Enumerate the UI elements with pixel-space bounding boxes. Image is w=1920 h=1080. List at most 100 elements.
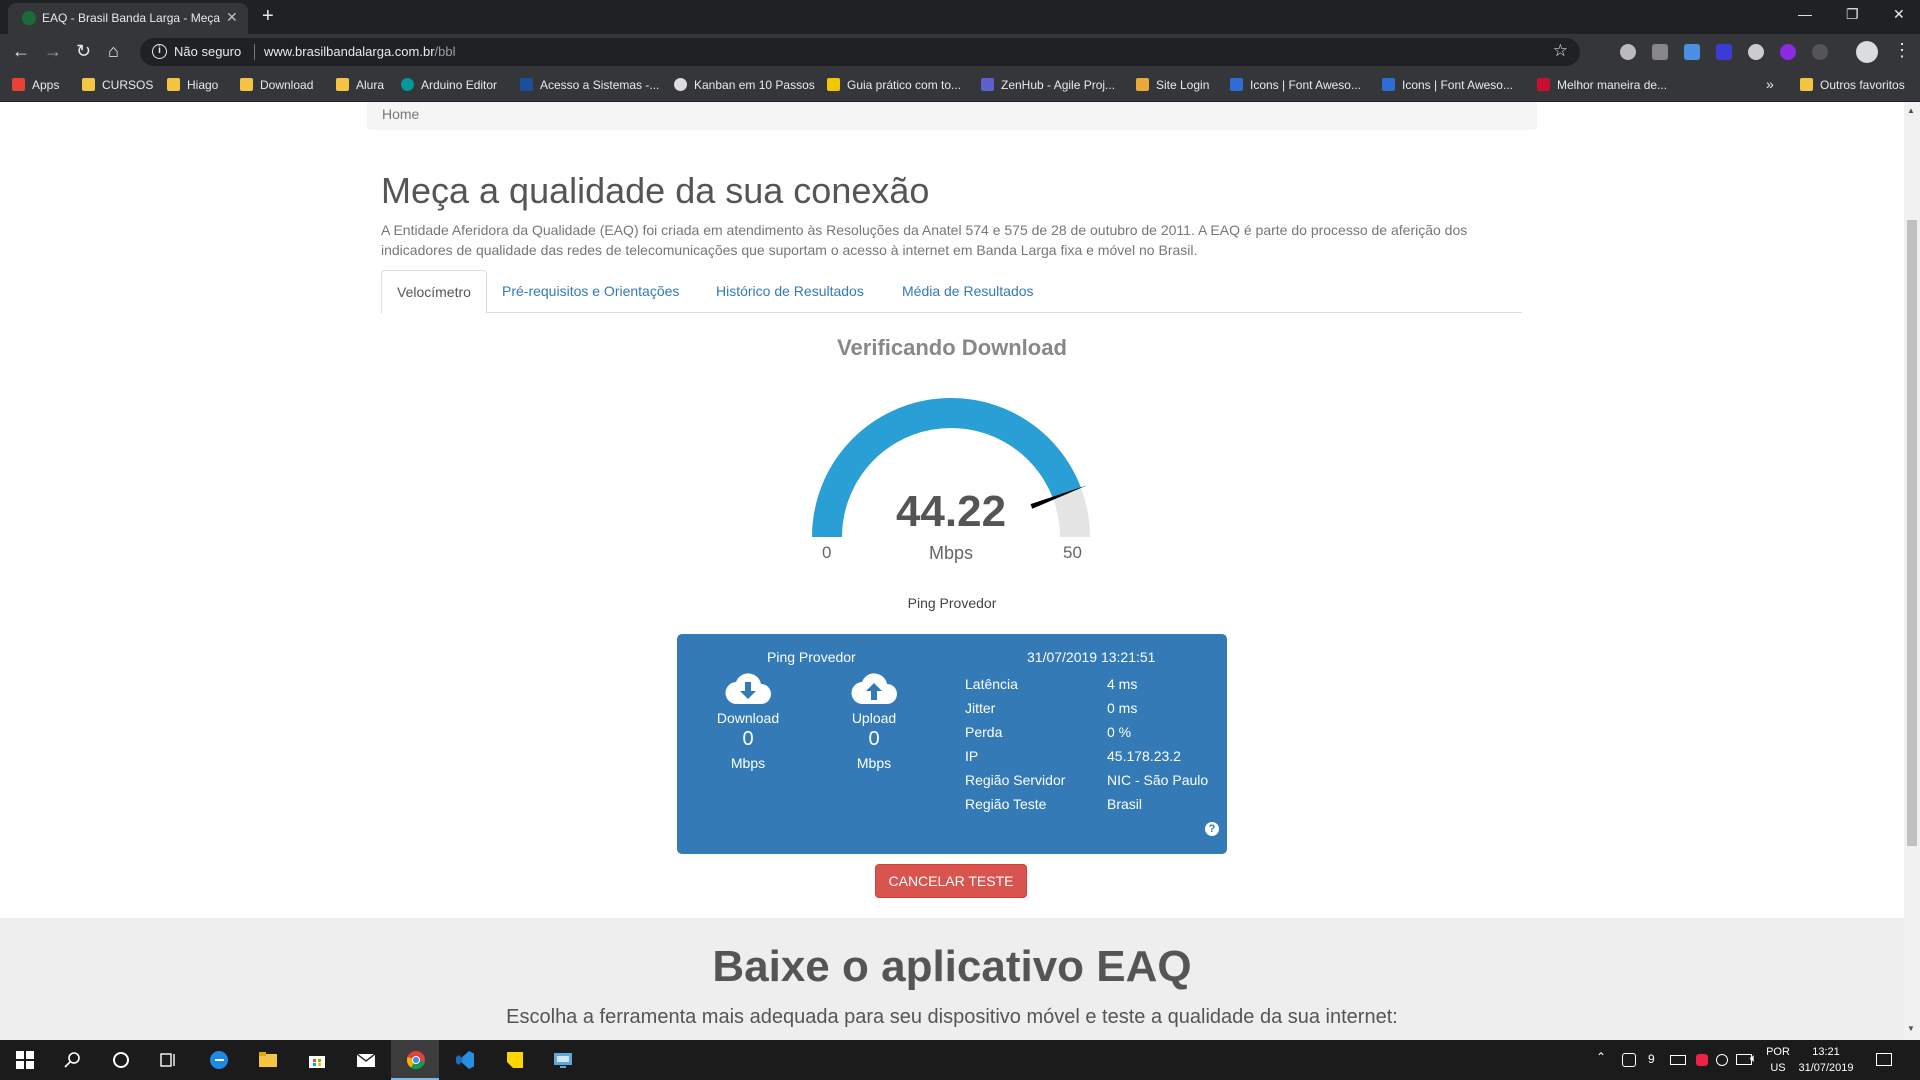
profile-avatar[interactable]	[1856, 41, 1878, 63]
chrome-taskbar-button[interactable]	[391, 1040, 439, 1080]
metric-value: NIC - São Paulo	[1107, 772, 1209, 788]
bookmark-arduino[interactable]: Arduino Editor	[401, 78, 497, 94]
extension-shield-icon[interactable]	[1652, 44, 1668, 60]
scrollbar-thumb[interactable]	[1907, 220, 1917, 846]
close-window-button[interactable]: ✕	[1893, 6, 1905, 23]
bookmark-apps[interactable]: Apps	[12, 78, 59, 94]
edge-taskbar-button[interactable]	[194, 1040, 242, 1080]
bookmark-star-icon[interactable]: ☆	[1553, 41, 1568, 61]
sticky-notes-taskbar-button[interactable]	[490, 1040, 538, 1080]
breadcrumb-home-link[interactable]: Home	[382, 106, 419, 122]
page-scrollbar[interactable]: ▲ ▼	[1904, 102, 1920, 1040]
start-button[interactable]	[0, 1040, 48, 1080]
bookmark-label: Site Login	[1156, 78, 1210, 92]
bookmark-font-awesome-2[interactable]: Icons | Font Aweso...	[1382, 78, 1513, 94]
flag-icon	[1382, 78, 1395, 91]
upload-value: 0	[868, 728, 880, 750]
tab-historico[interactable]: Histórico de Resultados	[701, 270, 879, 313]
store-taskbar-button[interactable]	[292, 1040, 340, 1080]
security-label[interactable]: Não seguro	[174, 44, 241, 59]
bookmark-acesso-sistemas[interactable]: Acesso a Sistemas -...	[520, 78, 659, 94]
download-result: Download 0 Mbps	[698, 672, 798, 771]
bookmark-other-favorites[interactable]: Outros favoritos	[1800, 78, 1905, 94]
url-text[interactable]: www.brasilbandalarga.com.br/bbl	[264, 44, 456, 59]
bookmark-site-login[interactable]: Site Login	[1136, 78, 1209, 94]
tray-sync-icon[interactable]	[1716, 1054, 1728, 1066]
browser-tab[interactable]: EAQ - Brasil Banda Larga - Meça ✕	[8, 3, 248, 34]
u-logo-icon	[520, 78, 533, 91]
folder-icon	[167, 78, 180, 91]
folder-icon	[259, 1052, 277, 1067]
tab-pre-requisitos[interactable]: Pré-requisitos e Orientações	[487, 270, 694, 313]
store-bag-icon	[309, 1056, 325, 1068]
extension-purple-icon[interactable]	[1780, 44, 1796, 60]
edge-icon	[210, 1051, 228, 1069]
mail-taskbar-button[interactable]	[341, 1040, 389, 1080]
metric-value: 0 ms	[1107, 700, 1138, 716]
tray-app-icon[interactable]	[1696, 1054, 1708, 1066]
back-button[interactable]: ←	[12, 41, 30, 62]
app-section-subtitle: Escolha a ferramenta mais adequada para …	[506, 1006, 1398, 1028]
vscode-taskbar-button[interactable]	[440, 1040, 488, 1080]
gauge-min-label: 0	[822, 543, 832, 562]
cloud-upload-icon	[851, 673, 897, 705]
battery-icon[interactable]	[1670, 1055, 1686, 1065]
scroll-down-arrow-icon[interactable]: ▼	[1907, 1024, 1915, 1033]
file-explorer-taskbar-button[interactable]	[243, 1040, 291, 1080]
bookmark-alura[interactable]: Alura	[336, 78, 384, 94]
box-icon	[1136, 78, 1149, 91]
metric-value: Brasil	[1107, 796, 1143, 812]
extension-info-icon[interactable]	[1716, 44, 1732, 60]
bookmark-hiago[interactable]: Hiago	[167, 78, 218, 94]
bookmark-guia-pratico[interactable]: Guia prático com to...	[827, 78, 961, 94]
bookmarks-overflow-button[interactable]: »	[1766, 76, 1774, 92]
address-bar[interactable]: i Não seguro www.brasilbandalarga.com.br…	[140, 38, 1580, 66]
bookmark-font-awesome-1[interactable]: Icons | Font Aweso...	[1230, 78, 1361, 94]
action-center-icon[interactable]	[1876, 1053, 1892, 1066]
extension-gear-icon[interactable]	[1620, 44, 1636, 60]
bookmark-label: Download	[260, 78, 314, 92]
bookmark-label: Guia prático com to...	[847, 78, 962, 92]
system-clock[interactable]: 13:21 31/07/2019	[1796, 1044, 1856, 1076]
bookmark-kanban[interactable]: Kanban em 10 Passos	[674, 78, 815, 94]
cancel-test-button[interactable]: CANCELAR TESTE	[875, 864, 1027, 898]
mail-envelope-icon	[356, 1053, 376, 1067]
search-button[interactable]	[48, 1040, 96, 1080]
bookmark-label: Arduino Editor	[421, 78, 498, 92]
remote-desktop-taskbar-button[interactable]	[538, 1040, 586, 1080]
bookmark-melhor-maneira[interactable]: Melhor maneira de...	[1537, 78, 1667, 94]
cortana-button[interactable]	[96, 1040, 144, 1080]
tray-security-icon[interactable]	[1622, 1053, 1636, 1067]
forward-button[interactable]: →	[44, 41, 62, 62]
reload-button[interactable]: ↻	[76, 41, 91, 62]
extension-dark-icon[interactable]	[1812, 44, 1828, 60]
browser-menu-icon[interactable]: ⋮	[1893, 40, 1911, 61]
help-icon[interactable]: ?	[1205, 822, 1219, 836]
upload-label: Upload	[851, 710, 897, 726]
restore-window-button[interactable]: ❐	[1846, 6, 1859, 23]
volume-icon[interactable]: 🔈︎	[1750, 1051, 1757, 1066]
sticky-note-icon	[507, 1052, 523, 1068]
tray-overflow-chevron-icon[interactable]: ⌃	[1596, 1050, 1606, 1064]
zenhub-icon	[981, 78, 994, 91]
bookmark-cursos[interactable]: CURSOS	[82, 78, 153, 94]
minimize-window-button[interactable]: —	[1798, 6, 1812, 22]
tab-media[interactable]: Média de Resultados	[887, 270, 1049, 313]
bookmark-download[interactable]: Download	[240, 78, 313, 94]
bookmark-label: Icons | Font Aweso...	[1402, 78, 1513, 92]
input-language-indicator[interactable]: POR US	[1766, 1044, 1790, 1076]
extension-blue-icon[interactable]	[1684, 44, 1700, 60]
scroll-up-arrow-icon[interactable]: ▲	[1907, 106, 1915, 115]
new-tab-button[interactable]: +	[262, 5, 274, 28]
close-tab-icon[interactable]: ✕	[226, 9, 238, 26]
info-icon[interactable]: i	[152, 44, 167, 59]
task-view-button[interactable]	[144, 1040, 192, 1080]
intro-paragraph: A Entidade Aferidora da Qualidade (EAQ) …	[381, 222, 1468, 258]
tray-badge[interactable]: 9	[1648, 1052, 1655, 1066]
bookmark-zenhub[interactable]: ZenHub - Agile Proj...	[981, 78, 1115, 94]
app-download-section: Baixe o aplicativo EAQ Escolha a ferrame…	[0, 918, 1904, 1040]
extension-react-icon[interactable]	[1748, 44, 1764, 60]
tab-velocimetro[interactable]: Velocímetro	[381, 270, 487, 314]
home-button[interactable]: ⌂	[108, 41, 119, 62]
clock-time: 13:21	[1812, 1046, 1840, 1058]
